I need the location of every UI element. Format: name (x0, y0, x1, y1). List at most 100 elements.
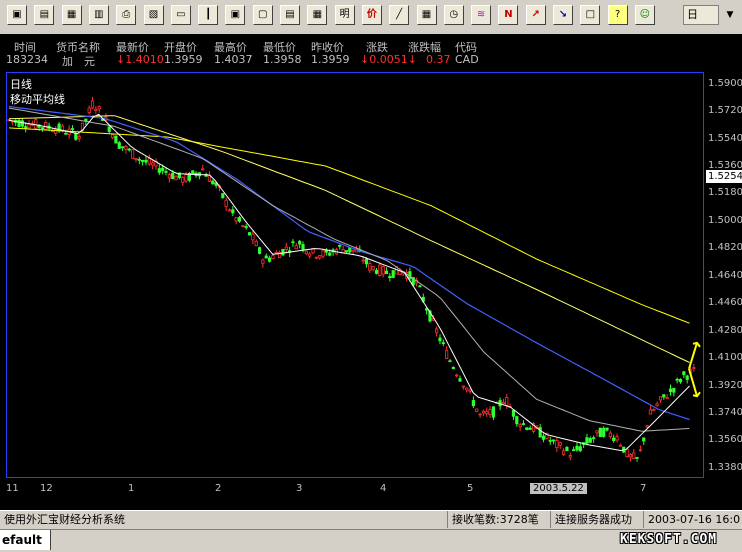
y-tick-label: 1.5900 (708, 77, 742, 89)
ma-blue-line (8, 105, 690, 421)
info-icon[interactable]: 明 (334, 5, 355, 25)
x-tick-label: 4 (380, 483, 387, 494)
candle-205 (692, 363, 696, 372)
candle-body (505, 396, 509, 406)
candle-58 (201, 164, 205, 171)
print-preview-icon[interactable]: ▧ (143, 5, 164, 25)
candle-86 (294, 242, 298, 250)
candle-body (211, 180, 215, 185)
candle-body (308, 253, 312, 257)
candle-body (458, 378, 462, 382)
candle-body (602, 427, 606, 437)
window-icon[interactable]: ▥ (88, 5, 109, 25)
candle-body (665, 396, 669, 400)
candle-body (608, 432, 612, 437)
grid-icon[interactable]: ▦ (416, 5, 437, 25)
down-arrow-icon[interactable]: ↘ (553, 5, 573, 25)
watermark: KEKSOFT.COM (620, 532, 718, 547)
candle-75 (257, 246, 262, 255)
candle-body (418, 285, 422, 288)
open-icon[interactable]: ▣ (7, 5, 27, 25)
candle-body (77, 136, 81, 139)
candle-body (90, 100, 95, 109)
candle-67 (231, 206, 235, 217)
quote-low: 1.3958 (263, 53, 302, 66)
candlestick-icon[interactable]: ┃ (198, 5, 219, 25)
candle-body (234, 217, 238, 222)
candlestick-chart[interactable] (7, 73, 703, 477)
stock-list-icon[interactable]: ▤ (34, 5, 55, 25)
close-window-icon[interactable]: ▦ (61, 5, 82, 25)
y-current-marker: 1.5254 (706, 170, 742, 183)
candle-body (541, 435, 546, 440)
candle-26 (94, 106, 98, 114)
candle-body (598, 427, 602, 438)
candle-body (618, 444, 622, 447)
candle-199 (672, 387, 676, 397)
candle-body (27, 123, 31, 129)
ma-gray-line (8, 107, 690, 432)
emoji-icon[interactable]: ☺ (634, 5, 655, 25)
quote-change: ↓0.0051↓ (360, 53, 417, 66)
candle-198 (668, 384, 673, 396)
candle-body (548, 439, 552, 442)
status-bar: 使用外汇宝财经分析系统 接收笔数:3728笔 连接服务器成功 2003-07-1… (0, 510, 742, 529)
candle-165 (558, 441, 562, 449)
draw-line-icon[interactable]: ╱ (389, 5, 410, 25)
price-icon[interactable]: 价 (361, 5, 382, 25)
candle-156 (528, 425, 532, 430)
candle-130 (441, 339, 445, 347)
ma-short-line (8, 113, 690, 452)
candle-45 (157, 164, 161, 176)
candle-143 (485, 407, 489, 417)
print-icon[interactable]: ⎙ (116, 5, 137, 25)
candle-164 (555, 437, 559, 452)
candle-body (237, 217, 242, 222)
quote-panel: 时间 货币名称 最新价 开盘价 最高价 最低价 昨收价 涨跌 涨跌幅 代码 18… (0, 34, 742, 70)
candle-body (642, 437, 646, 442)
tile-window-icon[interactable]: ▢ (252, 5, 273, 25)
help-icon[interactable]: ? (607, 5, 628, 25)
candle-body (565, 446, 569, 451)
candle-body (635, 456, 639, 459)
minute-chart-icon[interactable]: ▭ (170, 5, 191, 25)
candle-186 (628, 453, 633, 462)
period-dropdown-icon[interactable]: ▼ (722, 5, 738, 25)
clock-icon[interactable]: ◷ (443, 5, 464, 25)
candle-33 (117, 140, 121, 149)
chart-switch-icon[interactable]: ≋ (471, 5, 492, 25)
ma-long-line (8, 127, 690, 324)
y-tick-label: 1.4640 (708, 269, 742, 281)
candle-50 (174, 174, 178, 181)
up-arrow-icon[interactable]: ↗ (525, 5, 546, 25)
chart-area[interactable] (6, 72, 704, 478)
candle-42 (147, 154, 151, 166)
candle-85 (291, 239, 295, 247)
y-tick-label: 1.3740 (708, 406, 742, 418)
candle-25 (90, 96, 95, 110)
candle-body (244, 226, 248, 228)
candle-148 (501, 398, 506, 405)
candle-195 (658, 396, 663, 403)
news-icon[interactable]: N (498, 5, 519, 25)
candle-169 (572, 446, 576, 452)
quote-time: 183234 (6, 53, 48, 66)
candle-163 (551, 439, 556, 445)
chart-window-icon[interactable]: ▣ (225, 5, 246, 25)
quote-value-row: 183234 加 元 ↓1.4010 1.3959 1.4037 1.3958 … (0, 53, 742, 69)
candle-176 (595, 430, 599, 437)
candle-99 (338, 244, 342, 250)
candle-body (94, 108, 98, 112)
x-tick-label: 3 (296, 483, 303, 494)
tab-default[interactable]: efault (0, 530, 51, 550)
candle-37 (131, 149, 135, 159)
x-tick-label: 1 (128, 483, 135, 494)
candle-body (54, 128, 58, 134)
candle-body (161, 167, 165, 172)
period-select[interactable]: 日 (683, 5, 719, 25)
candle-body (515, 416, 519, 425)
formula-icon[interactable]: ▤ (280, 5, 300, 25)
compute-icon[interactable]: ▦ (307, 5, 328, 25)
box-icon[interactable]: □ (580, 5, 601, 25)
candle-39 (137, 156, 141, 165)
